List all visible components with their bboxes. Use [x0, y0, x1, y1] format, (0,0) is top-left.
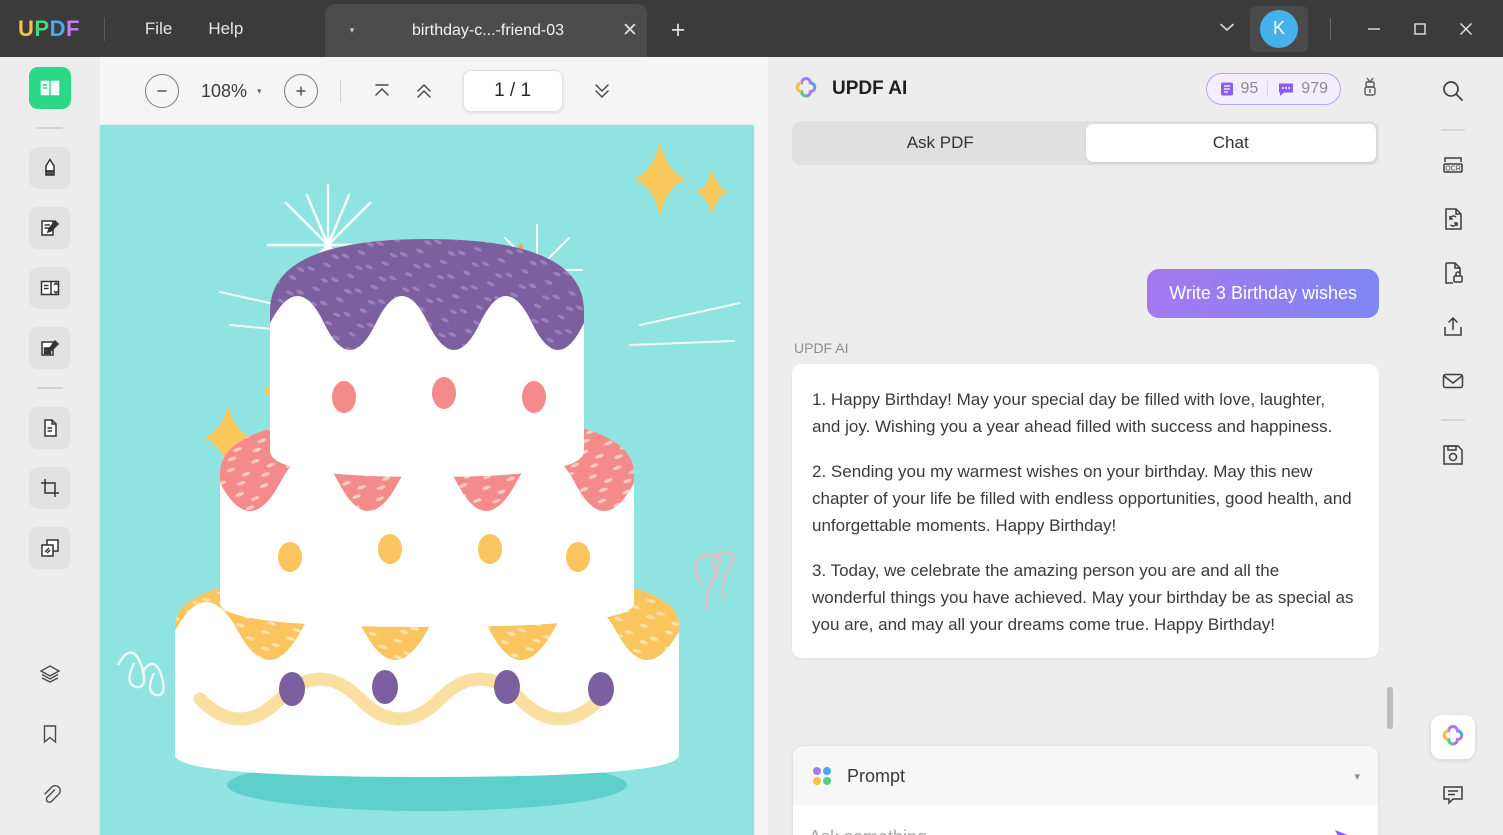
updf-application-window: U P D F File Help ▾ birthday-c...-friend…	[0, 0, 1503, 835]
minimize-button[interactable]	[1351, 9, 1397, 49]
toolbar-divider	[339, 80, 341, 102]
maximize-button[interactable]	[1397, 9, 1443, 49]
prompt-dots-icon	[813, 767, 831, 785]
chat-scroll-area[interactable]: Write 3 Birthday wishes UPDF AI 1. Happy…	[768, 247, 1403, 735]
comment-icon[interactable]	[1431, 773, 1475, 817]
page-canvas[interactable]	[100, 125, 768, 835]
prompt-input[interactable]	[809, 827, 1328, 835]
message-credit-icon	[1279, 83, 1294, 96]
logo-letter-p: P	[34, 15, 50, 41]
updf-ai-logo-icon	[795, 77, 817, 98]
prompt-selector[interactable]: Prompt ▾	[793, 746, 1378, 806]
sidebar-reader-icon[interactable]	[29, 67, 71, 109]
updf-ai-fab-icon[interactable]	[1431, 715, 1475, 759]
sidebar-edit-pdf-icon[interactable]	[29, 207, 71, 249]
sidebar-crop-icon[interactable]	[29, 467, 71, 509]
message-credit-count: 979	[1301, 80, 1328, 97]
protect-icon[interactable]	[1431, 251, 1475, 295]
pdf-page	[100, 125, 754, 835]
prompt-dropdown-caret-icon[interactable]: ▾	[1354, 770, 1360, 783]
application-body: 108% ▾ 1 / 1 UPDF AI 95 979 Ask PDF Chat…	[0, 57, 1503, 835]
sidebar-fill-sign-icon[interactable]	[29, 327, 71, 369]
assistant-paragraph-3: 3. Today, we celebrate the amazing perso…	[812, 561, 1354, 634]
zoom-level: 108%	[201, 80, 248, 101]
clear-chat-brush-icon[interactable]	[1359, 75, 1381, 104]
updf-ai-panel: UPDF AI 95 979 Ask PDF Chat Write 3 Birt…	[768, 57, 1403, 835]
ai-credits-badge[interactable]: 95 979	[1205, 73, 1341, 105]
tab-ask-pdf[interactable]: Ask PDF	[795, 124, 1086, 162]
assistant-paragraph-1: 1. Happy Birthday! May your special day …	[812, 390, 1333, 436]
left-toolbar	[0, 57, 100, 835]
tab-title: birthday-c...-friend-03	[411, 21, 565, 39]
document-tab[interactable]: ▾ birthday-c...-friend-03 ✕	[325, 4, 647, 57]
prompt-input-row	[793, 806, 1378, 835]
new-tab-button[interactable]: +	[662, 16, 694, 46]
sidebar-annotate-icon[interactable]	[29, 147, 71, 189]
sidebar-bookmark-icon[interactable]	[29, 713, 71, 755]
tab-dropdown-caret-icon[interactable]: ▾	[341, 25, 363, 36]
title-bar: U P D F File Help ▾ birthday-c...-friend…	[0, 0, 1503, 57]
page-indicator[interactable]: 1 / 1	[462, 70, 563, 112]
logo-letter-d: D	[49, 15, 66, 41]
titlebar-divider	[103, 16, 105, 41]
svg-text:OCR: OCR	[1445, 166, 1461, 173]
credit-divider	[1267, 81, 1269, 97]
rail-divider-2	[37, 387, 63, 389]
save-icon[interactable]	[1431, 433, 1475, 477]
send-button[interactable]	[1328, 827, 1362, 835]
window-divider	[1330, 17, 1331, 40]
convert-icon[interactable]	[1431, 197, 1475, 241]
ocr-icon[interactable]: OCR	[1431, 143, 1475, 187]
window-controls: K	[1204, 0, 1503, 57]
right-toolbar: OCR	[1403, 57, 1503, 835]
previous-page-button[interactable]	[405, 74, 443, 108]
share-icon[interactable]	[1431, 305, 1475, 349]
avatar: K	[1260, 9, 1298, 48]
user-message-row: Write 3 Birthday wishes	[792, 269, 1379, 318]
ai-panel-header: UPDF AI 95 979	[768, 57, 1403, 121]
ai-tabs: Ask PDF Chat	[792, 121, 1379, 165]
zoom-in-button[interactable]	[283, 74, 318, 108]
ai-panel-title: UPDF AI	[832, 78, 908, 99]
zoom-dropdown-caret-icon[interactable]: ▾	[257, 86, 262, 97]
zoom-out-button[interactable]	[145, 74, 179, 108]
search-icon[interactable]	[1431, 69, 1475, 113]
sidebar-attachment-icon[interactable]	[29, 773, 71, 815]
menu-help[interactable]: Help	[190, 13, 261, 45]
right-rail-divider	[1441, 129, 1465, 131]
sidebar-page-tools-icon[interactable]	[29, 267, 71, 309]
document-credit-count: 95	[1240, 80, 1259, 97]
updf-logo: U P D F	[18, 16, 80, 42]
close-button[interactable]	[1443, 9, 1489, 49]
first-page-button[interactable]	[363, 74, 401, 108]
sidebar-convert-icon[interactable]	[29, 407, 71, 449]
document-viewer: 108% ▾ 1 / 1	[100, 57, 768, 835]
chat-scrollbar-thumb[interactable]	[1387, 687, 1393, 729]
document-toolbar: 108% ▾ 1 / 1	[100, 57, 768, 125]
birthday-cake-illustration	[100, 125, 754, 835]
rail-divider	[37, 127, 63, 129]
assistant-paragraph-2: 2. Sending you my warmest wishes on your…	[812, 462, 1352, 535]
assistant-name-label: UPDF AI	[794, 340, 849, 356]
prompt-label: Prompt	[847, 765, 906, 786]
sidebar-layers-icon[interactable]	[29, 653, 71, 695]
assistant-message: 1. Happy Birthday! May your special day …	[792, 364, 1379, 658]
logo-letter-u: U	[18, 15, 35, 41]
tab-chat[interactable]: Chat	[1085, 124, 1376, 162]
ai-tabs-row: Ask PDF Chat	[768, 121, 1403, 165]
chevron-down-icon[interactable]	[1204, 21, 1250, 36]
menu-file[interactable]: File	[127, 13, 190, 45]
logo-letter-f: F	[65, 15, 80, 41]
chat-fade-overlay	[792, 247, 1379, 261]
right-rail-divider-2	[1441, 419, 1465, 421]
tab-close-icon[interactable]: ✕	[613, 19, 647, 42]
account-button[interactable]: K	[1250, 5, 1308, 52]
next-page-button[interactable]	[583, 74, 621, 108]
email-icon[interactable]	[1431, 359, 1475, 403]
sidebar-compare-icon[interactable]	[29, 527, 71, 569]
user-message: Write 3 Birthday wishes	[1147, 269, 1379, 318]
document-credit-icon	[1220, 82, 1233, 96]
prompt-composer: Prompt ▾	[792, 745, 1379, 835]
